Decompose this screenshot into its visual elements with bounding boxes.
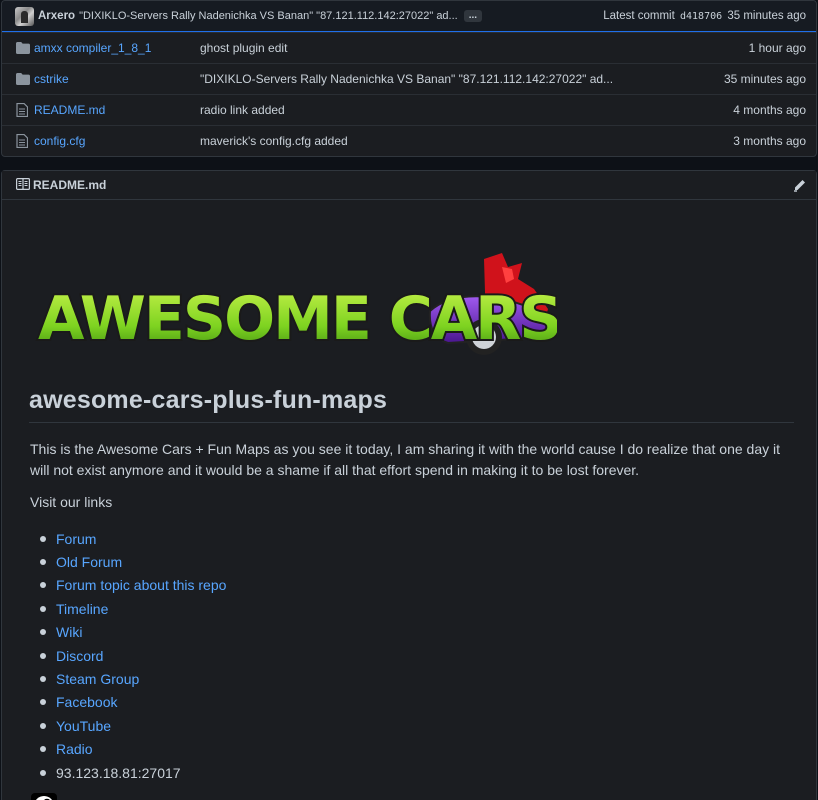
- file-name-link[interactable]: cstrike: [32, 72, 200, 86]
- latest-commit-info: Latest commit d418706 35 minutes ago: [603, 10, 806, 22]
- links-list: Forum Old Forum Forum topic about this r…: [40, 527, 226, 784]
- file-name-link[interactable]: README.md: [32, 103, 200, 117]
- list-item: Discord: [40, 644, 226, 667]
- commit-message[interactable]: "DIXIKLO-Servers Rally Nadenichka VS Ban…: [79, 10, 458, 22]
- book-icon: [16, 177, 31, 193]
- folder-icon: [16, 73, 32, 85]
- file-age: 1 hour ago: [748, 41, 806, 55]
- facebook-link[interactable]: Facebook: [56, 694, 117, 710]
- file-row[interactable]: config.cfg maverick's config.cfg added 3…: [2, 125, 816, 156]
- pencil-icon[interactable]: [793, 179, 806, 192]
- server-ip: 93.123.18.81:27017: [56, 764, 181, 781]
- old-forum-link[interactable]: Old Forum: [56, 554, 122, 570]
- forum-link[interactable]: Forum: [56, 531, 96, 547]
- file-commit-message[interactable]: "DIXIKLO-Servers Rally Nadenichka VS Ban…: [200, 72, 714, 86]
- list-item: Forum topic about this repo: [40, 574, 226, 597]
- file-browser: Arxero "DIXIKLO-Servers Rally Nadenichka…: [1, 0, 817, 157]
- list-item: Radio: [40, 738, 226, 761]
- file-name-link[interactable]: config.cfg: [32, 134, 200, 148]
- steam-group-link[interactable]: Steam Group: [56, 671, 139, 687]
- list-item: Forum: [40, 527, 226, 550]
- list-item: Steam Group: [40, 667, 226, 690]
- readme-intro: This is the Awesome Cars + Fun Maps as y…: [30, 441, 781, 478]
- file-row[interactable]: README.md radio link added 4 months ago: [2, 94, 816, 125]
- latest-commit-bar: Arxero "DIXIKLO-Servers Rally Nadenichka…: [2, 1, 816, 32]
- readme-header: README.md: [2, 171, 816, 200]
- folder-icon: [16, 42, 32, 54]
- youtube-link[interactable]: YouTube: [56, 718, 111, 734]
- commit-sha-link[interactable]: d418706: [680, 11, 722, 22]
- logo-text: AWESOME CARS: [38, 284, 557, 354]
- timeline-link[interactable]: Timeline: [56, 601, 108, 617]
- list-item: Facebook: [40, 691, 226, 714]
- list-item: Timeline: [40, 597, 226, 620]
- list-item: Wiki: [40, 621, 226, 644]
- radio-link[interactable]: Radio: [56, 741, 93, 757]
- discord-link[interactable]: Discord: [56, 648, 103, 664]
- file-age: 35 minutes ago: [723, 72, 806, 86]
- readme-title: README.md: [33, 178, 107, 192]
- forum-topic-link[interactable]: Forum topic about this repo: [56, 577, 226, 593]
- file-commit-message[interactable]: radio link added: [200, 103, 723, 117]
- file-age: 3 months ago: [733, 134, 806, 148]
- readme-heading: awesome-cars-plus-fun-maps: [29, 386, 794, 423]
- list-item: Old Forum: [40, 550, 226, 573]
- file-commit-message[interactable]: ghost plugin edit: [200, 41, 739, 55]
- commit-author[interactable]: Arxero: [38, 10, 75, 22]
- file-icon: [16, 103, 32, 117]
- author-avatar[interactable]: [15, 6, 34, 26]
- commit-age: 35 minutes ago: [727, 10, 806, 22]
- file-commit-message[interactable]: maverick's config.cfg added: [200, 134, 723, 148]
- file-name-link[interactable]: amxx compiler_1_8_1: [32, 41, 200, 55]
- file-row[interactable]: cstrike "DIXIKLO-Servers Rally Nadenichk…: [2, 63, 816, 94]
- file-icon: [16, 134, 32, 148]
- awesome-cars-logo: AWESOME CARS: [36, 253, 557, 356]
- file-age: 4 months ago: [733, 103, 806, 117]
- latest-commit-label: Latest commit: [603, 10, 675, 22]
- steam-icon[interactable]: [31, 793, 57, 800]
- list-item: 93.123.18.81:27017: [40, 761, 226, 784]
- visit-links-text: Visit our links: [30, 494, 113, 510]
- expand-commit-button[interactable]: ...: [463, 10, 483, 22]
- file-row[interactable]: amxx compiler_1_8_1 ghost plugin edit 1 …: [2, 32, 816, 63]
- wiki-link[interactable]: Wiki: [56, 624, 82, 640]
- list-item: YouTube: [40, 714, 226, 737]
- readme-panel: README.md AWESOME CARS awesome-cars-plus…: [1, 170, 817, 800]
